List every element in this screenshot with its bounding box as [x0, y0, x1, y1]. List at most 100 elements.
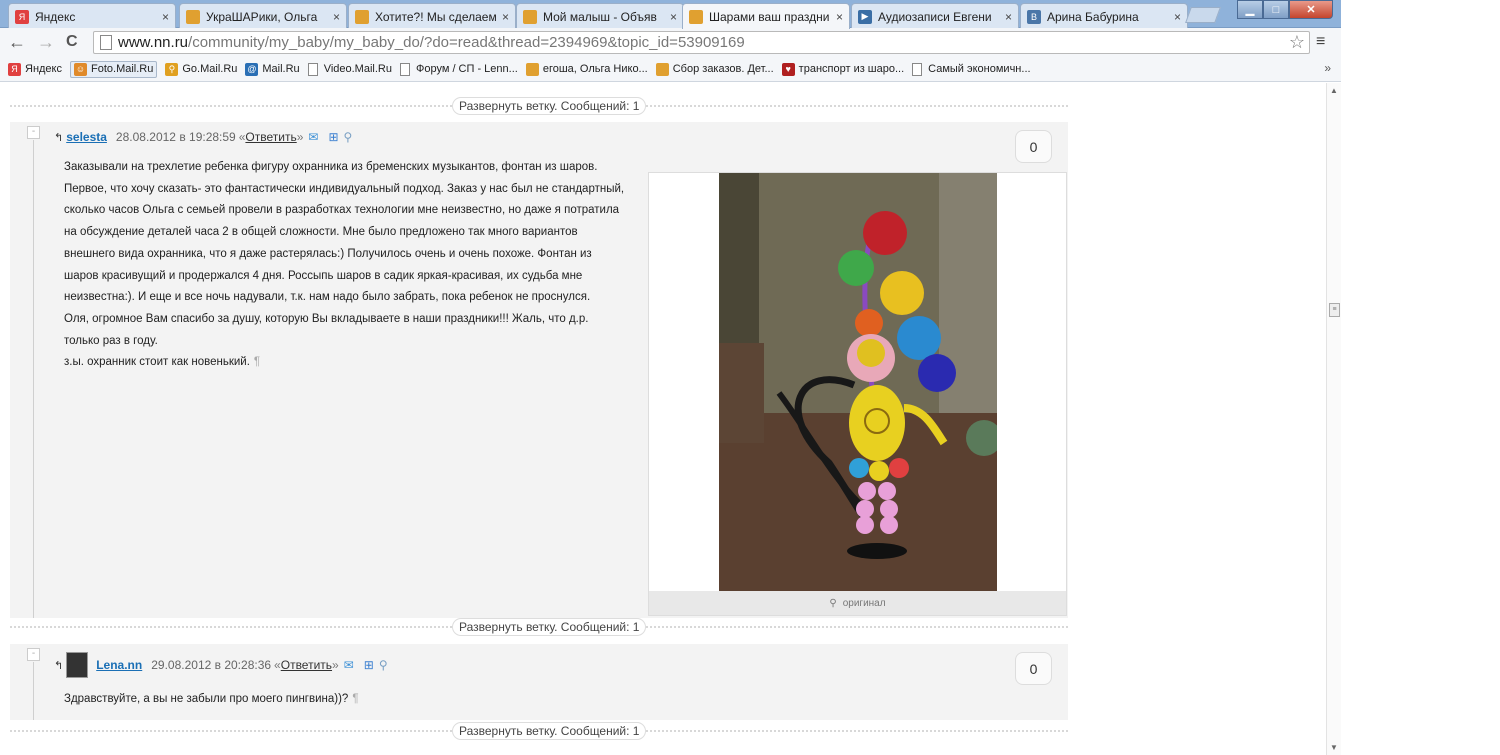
bookmark-4[interactable]: @ Mail.Ru: [245, 62, 300, 76]
bookmark-6[interactable]: Форум / СП - Lenn...: [399, 62, 518, 76]
post-date: 28.08.2012 в 19:28:59: [115, 130, 236, 144]
close-tab-icon[interactable]: ×: [670, 10, 677, 24]
avatar[interactable]: [66, 652, 89, 678]
bookmark-label: транспорт из шаро...: [798, 63, 905, 75]
reload-button[interactable]: C: [66, 32, 78, 52]
expand-thread[interactable]: Развернуть ветку. Сообщений: 1: [10, 721, 1068, 741]
page-icon: [399, 62, 410, 76]
close-window-button[interactable]: ✕: [1289, 0, 1333, 19]
address-toolbar: ← → C www.nn.ru/community/my_baby/my_bab…: [0, 28, 1341, 57]
bookmark-2[interactable]: ☺ Foto.Mail.Ru: [70, 60, 158, 78]
comment-line: сколько часов Ольга с семьей провели в р…: [64, 204, 620, 217]
close-tab-icon[interactable]: ×: [836, 10, 843, 24]
expand-thread-label[interactable]: Развернуть ветку. Сообщений: 1: [452, 722, 647, 740]
rating-box[interactable]: 0: [1015, 130, 1052, 163]
magnifier-icon: ⚲: [829, 597, 837, 609]
menu-icon[interactable]: ≡: [1316, 33, 1325, 51]
close-tab-icon[interactable]: ×: [1005, 10, 1012, 24]
rating-box[interactable]: 0: [1015, 652, 1052, 685]
tab-6[interactable]: ▶ Аудиозаписи Евгени ×: [851, 3, 1019, 29]
reply-arrow-icon: ↰: [54, 131, 64, 144]
address-bar[interactable]: www.nn.ru/community/my_baby/my_baby_do/?…: [93, 31, 1310, 54]
close-tab-icon[interactable]: ×: [1174, 10, 1181, 24]
bookmarks-overflow-button[interactable]: »: [1324, 61, 1331, 75]
yandex-icon: Я: [8, 62, 21, 76]
tab-title: Арина Бабурина: [1047, 9, 1139, 24]
magnifier-icon[interactable]: ⚲: [344, 130, 353, 144]
author-link[interactable]: selesta: [66, 130, 107, 144]
page-icon: [655, 62, 669, 76]
photo-image[interactable]: [719, 173, 997, 591]
comment-line: неизвестна:). И еще и все ночь надували,…: [64, 291, 591, 304]
tab-1[interactable]: Я Яндекс ×: [8, 3, 176, 29]
new-tab-button[interactable]: [1185, 7, 1221, 23]
page-icon: [186, 9, 200, 24]
bookmark-label: Самый экономичн...: [928, 63, 1031, 75]
bookmark-1[interactable]: Я Яндекс: [8, 62, 62, 76]
url-host: www.nn.ru: [118, 34, 189, 51]
mail-icon[interactable]: ✉: [308, 130, 318, 144]
collapse-button[interactable]: -: [27, 648, 40, 661]
mail-icon[interactable]: ✉: [344, 658, 354, 672]
original-link[interactable]: ⚲ оригинал: [649, 591, 1066, 615]
bookmark-8[interactable]: Сбор заказов. Дет...: [655, 62, 774, 76]
tab-5[interactable]: Шарами ваш праздни ×: [682, 3, 850, 29]
bookmark-star-icon[interactable]: ☆: [1289, 32, 1305, 53]
bookmark-10[interactable]: Самый экономичн...: [912, 62, 1031, 76]
bookmark-label: Сбор заказов. Дет...: [672, 63, 774, 75]
tab-3[interactable]: Хотите?! Мы сделаем ×: [348, 3, 516, 29]
author-link[interactable]: Lena.nn: [96, 658, 142, 672]
page-icon: [525, 62, 539, 76]
close-tab-icon[interactable]: ×: [162, 10, 169, 24]
bookmarks-bar: Я Яндекс ☺ Foto.Mail.Ru ⚲ Go.Mail.Ru @ Mail.Ru V…: [0, 57, 1341, 82]
gift-icon[interactable]: ⊞: [364, 658, 374, 672]
tab-4[interactable]: Мой малыш - Объяв ×: [516, 3, 684, 29]
magnifier-icon[interactable]: ⚲: [379, 658, 388, 672]
scroll-up-arrow-icon[interactable]: ▲: [1330, 86, 1338, 95]
comment-line: Оля, огромное Вам спасибо за душу, котор…: [64, 312, 589, 325]
reply-link[interactable]: Ответить: [281, 658, 332, 672]
tab-title: Шарами ваш праздни: [709, 9, 830, 24]
collapse-button[interactable]: -: [27, 126, 40, 139]
tab-2[interactable]: УкраШАРики, Ольга ×: [179, 3, 347, 29]
comment-line: шаров красивущий и продержался 4 дня. Ро…: [64, 269, 583, 282]
comment-line: з.ы. охранник стоит как новенький. ¶: [64, 356, 261, 369]
expand-thread[interactable]: Развернуть ветку. Сообщений: 1: [10, 617, 1068, 637]
vk-icon: В: [1027, 9, 1041, 24]
yandex-icon: Я: [15, 9, 29, 24]
expand-thread[interactable]: Развернуть ветку. Сообщений: 1: [10, 96, 1068, 116]
window-controls: ▁ □ ✕: [1237, 0, 1333, 20]
reply-arrow-icon: ↰: [54, 659, 64, 672]
play-icon: ▶: [858, 9, 872, 24]
comment-line: на обсуждение деталей часа 2 в общей сло…: [64, 226, 578, 239]
expand-thread-label[interactable]: Развернуть ветку. Сообщений: 1: [452, 97, 647, 115]
tab-title: Аудиозаписи Евгени: [878, 9, 992, 24]
forward-button[interactable]: →: [37, 32, 55, 52]
tab-title: Хотите?! Мы сделаем: [375, 9, 497, 24]
page-icon: [523, 9, 537, 24]
scroll-thumb[interactable]: ≡: [1329, 303, 1340, 317]
url-path: /community/my_baby/my_baby_do/?do=read&t…: [188, 34, 745, 51]
bookmark-5[interactable]: Video.Mail.Ru: [307, 62, 392, 76]
bookmark-label: егоша, Ольга Нико...: [542, 63, 648, 75]
vertical-scrollbar[interactable]: ▲ ≡ ▼: [1326, 83, 1341, 755]
minimize-button[interactable]: ▁: [1237, 0, 1263, 19]
gift-icon[interactable]: ⊞: [328, 130, 338, 144]
back-button[interactable]: ←: [8, 32, 26, 52]
tab-strip: Я Яндекс × УкраШАРики, Ольга × Хотите?! Мы сд…: [0, 0, 1341, 29]
heart-icon: ♥: [781, 62, 795, 76]
maximize-button[interactable]: □: [1263, 0, 1289, 19]
expand-thread-label[interactable]: Развернуть ветку. Сообщений: 1: [452, 618, 647, 636]
bookmark-9[interactable]: ♥ транспорт из шаро...: [781, 62, 905, 76]
bookmark-3[interactable]: ⚲ Go.Mail.Ru: [165, 62, 237, 76]
scroll-down-arrow-icon[interactable]: ▼: [1330, 743, 1338, 752]
reply-link[interactable]: Ответить: [245, 130, 296, 144]
bookmark-7[interactable]: егоша, Ольга Нико...: [525, 62, 648, 76]
close-tab-icon[interactable]: ×: [333, 10, 340, 24]
attached-photo[interactable]: ⚲ оригинал: [648, 172, 1067, 616]
close-tab-icon[interactable]: ×: [502, 10, 509, 24]
page-icon: [912, 62, 923, 76]
comment-line: Первое, что хочу сказать- это фантастиче…: [64, 182, 625, 195]
tab-7[interactable]: В Арина Бабурина ×: [1020, 3, 1188, 29]
pilcrow-icon: ¶: [253, 356, 261, 369]
